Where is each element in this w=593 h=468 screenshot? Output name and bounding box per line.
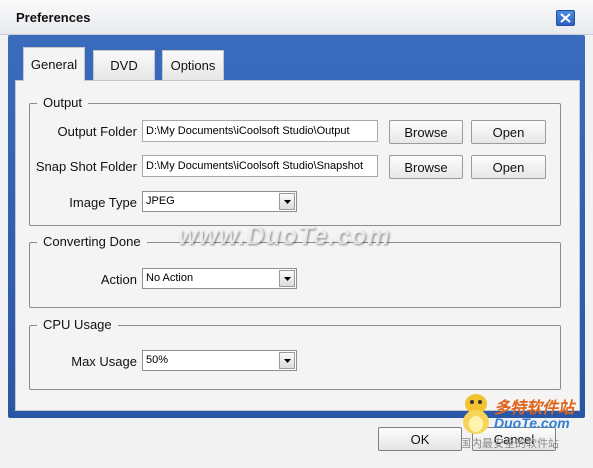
watermark-text: www.DuoTe.com — [178, 222, 391, 250]
snapshot-browse-label: Browse — [404, 159, 448, 175]
tab-general[interactable]: General — [23, 47, 85, 81]
chevron-down-icon — [283, 358, 291, 363]
output-group: Output Output Folder D:\My Documents\iCo… — [29, 95, 561, 226]
tab-dvd[interactable]: DVD — [93, 50, 155, 80]
snapshot-open-button[interactable]: Open — [471, 155, 546, 179]
tab-options-label: Options — [170, 58, 216, 73]
mascot-icon — [463, 394, 489, 434]
tab-general-label: General — [30, 57, 78, 72]
ok-button[interactable]: OK — [378, 427, 462, 451]
tab-options[interactable]: Options — [162, 50, 224, 80]
action-dropdown-button[interactable] — [279, 270, 295, 287]
snapshot-browse-button[interactable]: Browse — [389, 155, 463, 179]
output-folder-label: Output Folder — [57, 124, 138, 139]
close-icon — [560, 13, 571, 23]
converting-done-legend: Converting Done — [37, 234, 147, 249]
title-bar: Preferences — [0, 0, 593, 35]
output-legend: Output — [37, 95, 89, 110]
max-usage-dropdown-button[interactable] — [279, 352, 295, 369]
converting-done-group: Converting Done Action No Action — [29, 234, 561, 308]
action-select[interactable]: No Action — [142, 268, 297, 289]
action-value: No Action — [146, 272, 194, 284]
image-type-dropdown-button[interactable] — [279, 193, 295, 210]
output-browse-label: Browse — [404, 124, 448, 140]
image-type-value: JPEG — [146, 195, 175, 207]
max-usage-select[interactable]: 50% — [142, 350, 297, 371]
output-open-button[interactable]: Open — [471, 120, 546, 144]
cpu-usage-group: CPU Usage Max Usage 50% — [29, 317, 561, 390]
snapshot-open-label: Open — [492, 159, 525, 175]
ok-label: OK — [410, 431, 430, 447]
logo-line-3: 国内最安全的软件站 — [460, 438, 559, 450]
close-button[interactable] — [556, 10, 575, 26]
tab-dvd-label: DVD — [110, 58, 138, 73]
action-label: Action — [100, 272, 137, 287]
image-type-label: Image Type — [69, 195, 137, 210]
output-folder-field[interactable]: D:\My Documents\iCoolsoft Studio\Output — [142, 120, 378, 142]
logo-line-2: DuoTe.com — [494, 415, 570, 431]
chevron-down-icon — [283, 199, 291, 204]
max-usage-label: Max Usage — [71, 354, 137, 369]
cpu-usage-legend: CPU Usage — [37, 317, 118, 332]
site-logo: 多特软件站 DuoTe.com 国内最安全的软件站 — [458, 384, 590, 464]
image-type-select[interactable]: JPEG — [142, 191, 297, 212]
snapshot-folder-field[interactable]: D:\My Documents\iCoolsoft Studio\Snapsho… — [142, 155, 378, 177]
output-browse-button[interactable]: Browse — [389, 120, 463, 144]
output-open-label: Open — [492, 124, 525, 140]
window-title: Preferences — [16, 10, 91, 25]
max-usage-value: 50% — [146, 354, 169, 366]
snapshot-folder-label: Snap Shot Folder — [35, 159, 137, 174]
chevron-down-icon — [283, 276, 291, 281]
